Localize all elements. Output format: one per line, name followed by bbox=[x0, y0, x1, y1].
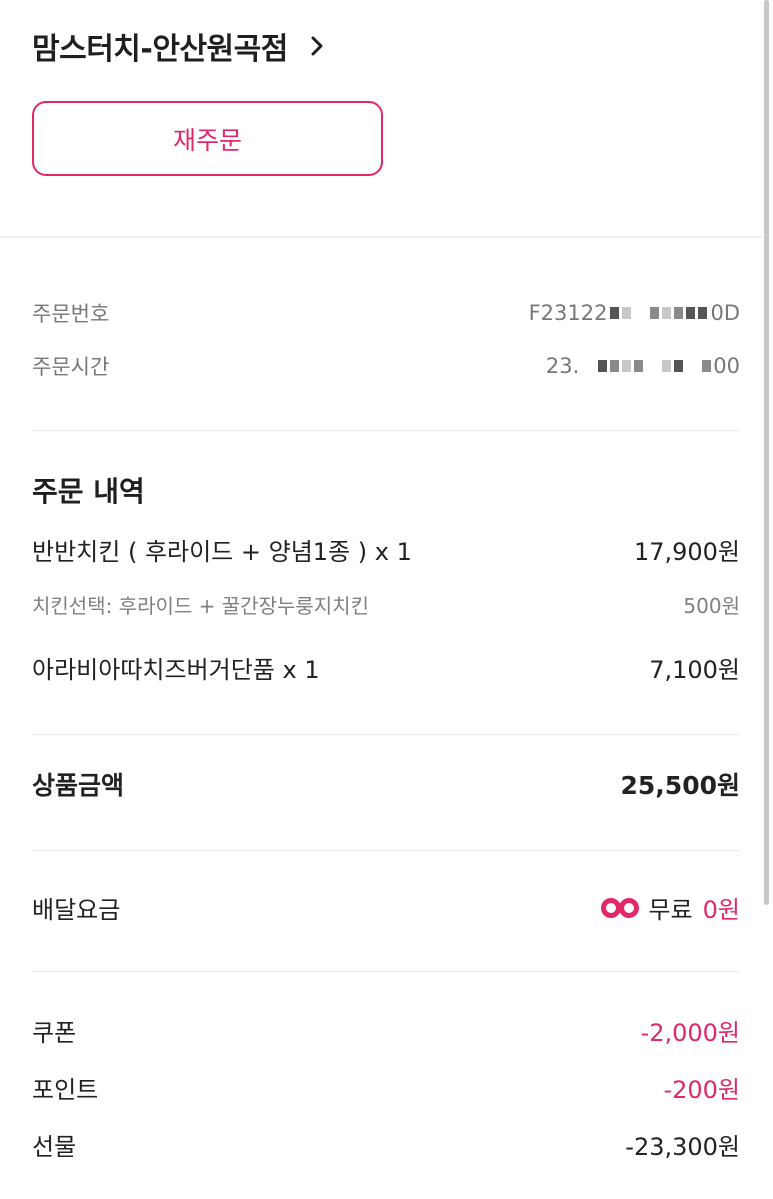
masked-pixel bbox=[634, 360, 644, 372]
masked-pixel bbox=[622, 307, 632, 319]
divider-line bbox=[32, 734, 740, 735]
delivery-fee-label: 배달요금 bbox=[32, 896, 121, 924]
masked-pixel bbox=[598, 360, 608, 372]
masked-pixel bbox=[610, 307, 620, 319]
delivery-free-label: 무료 bbox=[648, 896, 693, 924]
baemin-club-logo-icon bbox=[600, 897, 640, 919]
gift-row: 선물 -23,300원 bbox=[32, 1127, 740, 1162]
subtotal-value: 25,500원 bbox=[620, 771, 740, 800]
masked-pixel bbox=[698, 307, 708, 319]
point-value: -200원 bbox=[663, 1076, 740, 1104]
point-label: 포인트 bbox=[32, 1076, 99, 1104]
delivery-fee-row: 배달요금 무료 0원 bbox=[32, 890, 740, 925]
masked-pixel bbox=[702, 360, 712, 372]
masked-pixel bbox=[622, 360, 632, 372]
masked-pixel bbox=[674, 360, 684, 372]
store-header-link[interactable]: 맘스터치-안산원곡점 bbox=[32, 22, 324, 70]
order-item-name: 반반치킨 ( 후라이드 + 양념1종 ) x 1 bbox=[32, 538, 412, 566]
order-number-prefix: F23122 bbox=[528, 301, 608, 325]
masked-pixel bbox=[662, 360, 672, 372]
subtotal-row: 상품금액 25,500원 bbox=[32, 766, 740, 802]
masked-pixel bbox=[686, 307, 696, 319]
order-time-suffix: 00 bbox=[713, 354, 740, 378]
order-time-row: 주문시간 23. 00 bbox=[32, 351, 740, 381]
order-number-suffix: 0D bbox=[710, 301, 740, 325]
order-details-title: 주문 내역 bbox=[32, 475, 145, 508]
order-number-value: F23122 0D bbox=[529, 301, 740, 325]
divider-line bbox=[32, 850, 740, 851]
chevron-right-icon bbox=[310, 35, 324, 57]
divider-line bbox=[32, 430, 740, 431]
masked-pixel bbox=[650, 307, 660, 319]
divider-line bbox=[32, 971, 740, 972]
masked-pixel bbox=[674, 307, 684, 319]
order-item-option-price: 500원 bbox=[683, 594, 740, 618]
point-row: 포인트 -200원 bbox=[32, 1070, 740, 1105]
coupon-value: -2,000원 bbox=[640, 1019, 740, 1047]
order-time-label: 주문시간 bbox=[32, 355, 110, 379]
order-item-price: 7,100원 bbox=[649, 656, 740, 684]
coupon-label: 쿠폰 bbox=[32, 1019, 77, 1047]
section-divider bbox=[0, 236, 762, 238]
masked-pixel bbox=[610, 360, 620, 372]
order-item-row: 아라비아따치즈버거단품 x 1 7,100원 bbox=[32, 650, 740, 685]
order-number-row: 주문번호 F23122 0D bbox=[32, 298, 740, 328]
order-item-option-row: 치킨선택: 후라이드 + 꿀간장누룽지치킨 500원 bbox=[32, 590, 740, 619]
order-item-name: 아라비아따치즈버거단품 x 1 bbox=[32, 656, 320, 684]
store-name: 맘스터치-안산원곡점 bbox=[32, 32, 288, 67]
gift-label: 선물 bbox=[32, 1133, 77, 1161]
order-item-price: 17,900원 bbox=[633, 538, 740, 566]
delivery-fee-value: 무료 0원 bbox=[600, 890, 740, 925]
masked-pixel bbox=[662, 307, 672, 319]
order-item-option-name: 치킨선택: 후라이드 + 꿀간장누룽지치킨 bbox=[32, 594, 369, 618]
subtotal-label: 상품금액 bbox=[32, 771, 125, 800]
scrollbar[interactable] bbox=[764, 0, 769, 905]
gift-value: -23,300원 bbox=[625, 1133, 740, 1161]
order-item-row: 반반치킨 ( 후라이드 + 양념1종 ) x 1 17,900원 bbox=[32, 532, 740, 567]
order-time-value: 23. 00 bbox=[546, 354, 740, 378]
order-time-prefix: 23. bbox=[545, 354, 580, 378]
reorder-button[interactable]: 재주문 bbox=[32, 101, 383, 176]
order-number-label: 주문번호 bbox=[32, 302, 110, 326]
delivery-fee-amount: 0원 bbox=[702, 896, 740, 924]
coupon-row: 쿠폰 -2,000원 bbox=[32, 1013, 740, 1048]
